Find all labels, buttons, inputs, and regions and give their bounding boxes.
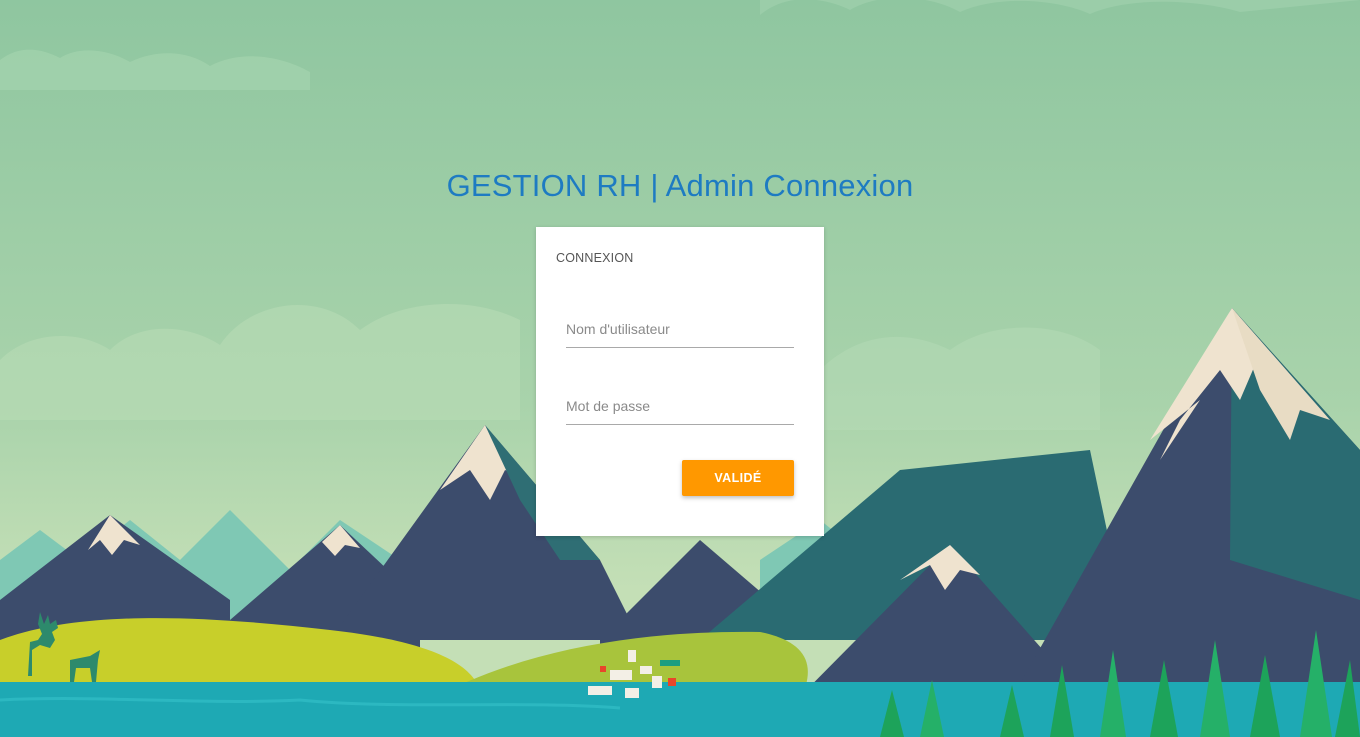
- submit-button[interactable]: VALIDÉ: [682, 460, 794, 496]
- username-field: [566, 311, 794, 348]
- username-input[interactable]: [566, 311, 794, 347]
- page-title: GESTION RH | Admin Connexion: [446, 168, 914, 203]
- login-card-title: CONNEXION: [556, 251, 634, 265]
- login-card: CONNEXION VALIDÉ: [536, 227, 824, 536]
- password-input[interactable]: [566, 388, 794, 424]
- password-field: [566, 388, 794, 425]
- login-page: GESTION RH | Admin Connexion CONNEXION V…: [0, 0, 1360, 737]
